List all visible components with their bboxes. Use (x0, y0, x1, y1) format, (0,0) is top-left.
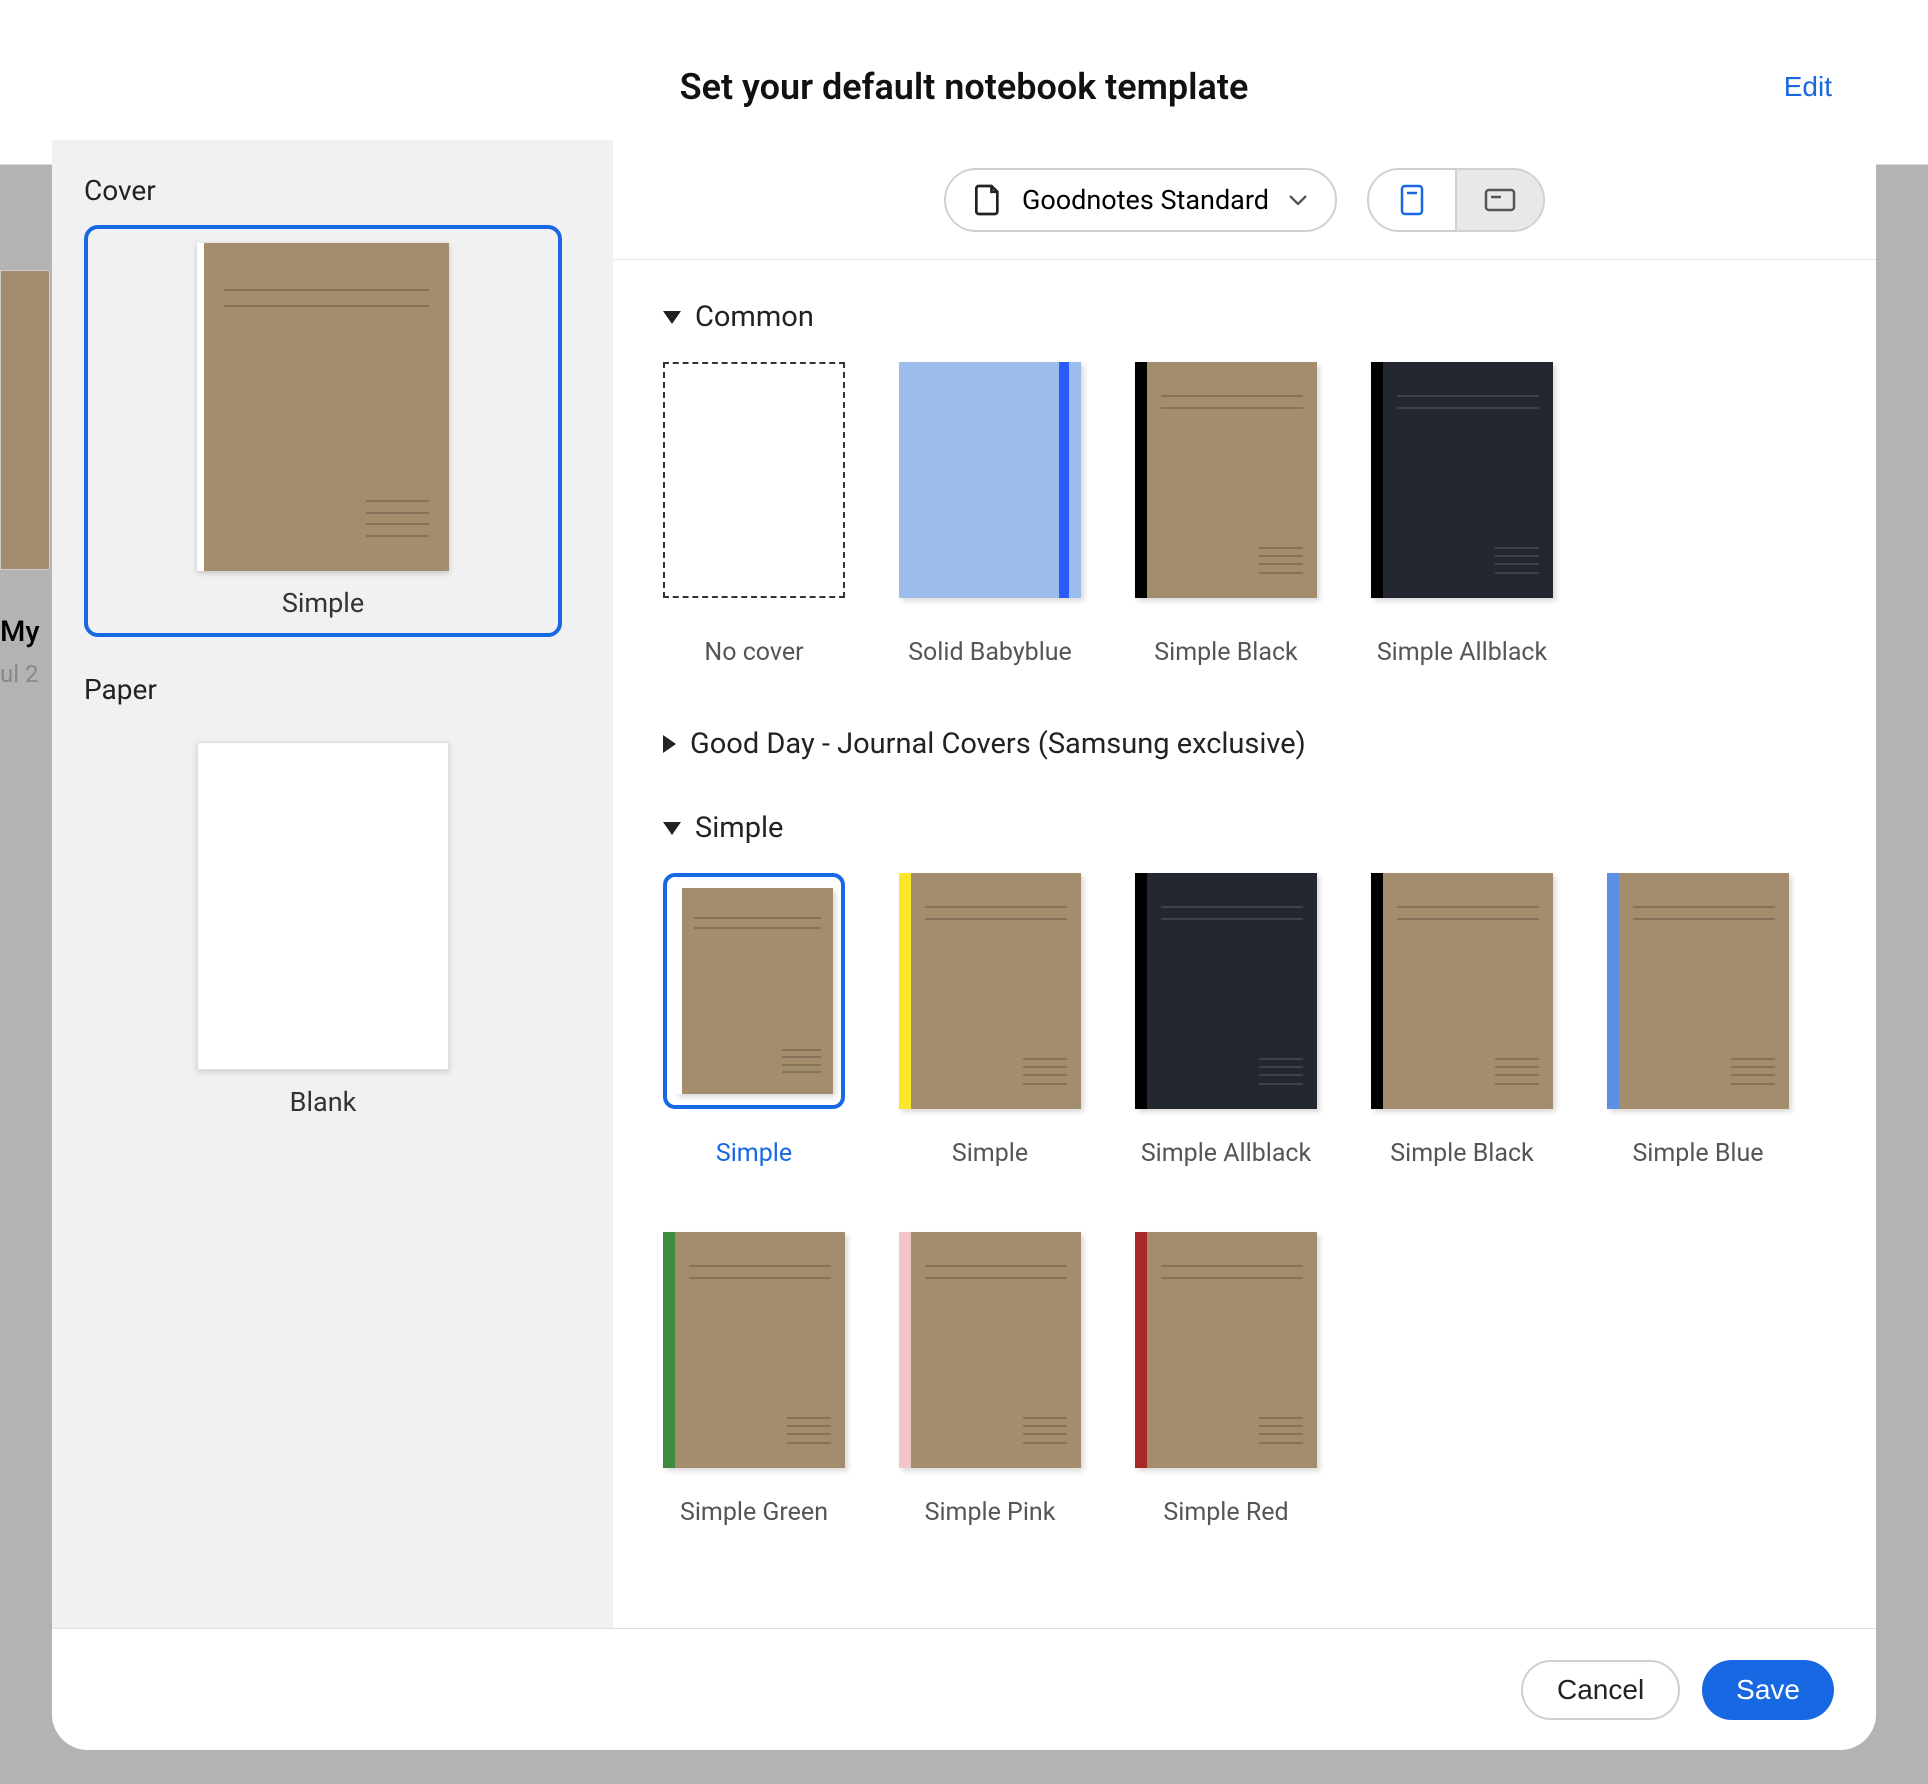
template-label: No cover (704, 638, 803, 667)
cancel-button[interactable]: Cancel (1521, 1660, 1680, 1720)
sidebar-paper-label: Blank (290, 1086, 357, 1118)
edit-button[interactable]: Edit (1784, 71, 1832, 103)
bg-notebook-thumb (0, 270, 50, 570)
template-simple-black[interactable]: Simple Black (1135, 362, 1317, 667)
simple-green-thumb (663, 1232, 845, 1468)
disclosure-down-icon (663, 311, 681, 324)
simple-blue-thumb (1607, 873, 1789, 1109)
sidebar-cover-inner (204, 243, 449, 571)
sidebar-cover-preview (197, 243, 449, 571)
sidebar: Cover Simple Paper Blank (52, 140, 613, 1628)
modal-title: Set your default notebook template (680, 66, 1249, 108)
orientation-portrait[interactable] (1369, 170, 1455, 230)
sidebar-cover-title: Cover (84, 174, 581, 207)
template-label: Simple (952, 1139, 1028, 1168)
template-simple-yellow[interactable]: Simple (899, 873, 1081, 1168)
template-label: Simple Blue (1632, 1139, 1763, 1168)
template-simple-blue[interactable]: Simple Blue (1607, 873, 1789, 1168)
simple-red-thumb (1135, 1232, 1317, 1468)
modal-header: Set your default notebook template Edit (52, 34, 1876, 140)
simple-allblack2-thumb (1135, 873, 1317, 1109)
template-label: Simple Pink (925, 1498, 1056, 1527)
chevron-down-icon (1289, 195, 1307, 205)
sidebar-paper-preview (197, 742, 449, 1070)
simple-thumb (675, 888, 833, 1094)
template-label: Simple Green (680, 1498, 828, 1527)
template-no-cover[interactable]: No cover (663, 362, 845, 667)
category-goodday-title: Good Day - Journal Covers (Samsung exclu… (690, 727, 1306, 761)
template-label: Simple Black (1390, 1139, 1533, 1168)
orientation-toggle (1367, 168, 1545, 232)
template-solid-babyblue[interactable]: Solid Babyblue (899, 362, 1081, 667)
template-label: Simple Allblack (1377, 638, 1547, 667)
sidebar-cover-item[interactable]: Simple (84, 225, 562, 637)
size-dropdown-label: Goodnotes Standard (1022, 184, 1269, 216)
template-simple-red[interactable]: Simple Red (1135, 1232, 1317, 1527)
no-cover-thumb (663, 362, 845, 598)
category-simple-header[interactable]: Simple (663, 811, 1826, 845)
template-label: Simple Allblack (1141, 1139, 1311, 1168)
template-label: Simple (716, 1139, 792, 1168)
simple-yellow-thumb (899, 873, 1081, 1109)
template-simple-allblack[interactable]: Simple Allblack (1371, 362, 1553, 667)
template-scroll-area[interactable]: Common No cover Solid Babyblue (613, 260, 1876, 1628)
document-icon (974, 183, 1002, 217)
template-simple-white-selected[interactable]: Simple (663, 873, 845, 1168)
portrait-icon (1400, 184, 1424, 216)
category-common-grid: No cover Solid Babyblue (663, 362, 1826, 667)
simple-pink-thumb (899, 1232, 1081, 1468)
landscape-icon (1484, 188, 1516, 212)
modal-footer: Cancel Save (52, 1628, 1876, 1750)
template-modal: Set your default notebook template Edit … (52, 34, 1876, 1750)
save-button[interactable]: Save (1702, 1660, 1834, 1720)
template-simple-pink[interactable]: Simple Pink (899, 1232, 1081, 1527)
disclosure-right-icon (663, 735, 676, 753)
template-simple-allblack2[interactable]: Simple Allblack (1135, 873, 1317, 1168)
simple-allblack-thumb (1371, 362, 1553, 598)
category-common-header[interactable]: Common (663, 300, 1826, 334)
template-simple-green[interactable]: Simple Green (663, 1232, 845, 1527)
orientation-landscape[interactable] (1457, 170, 1543, 230)
sidebar-paper-title: Paper (84, 673, 581, 706)
modal-body: Cover Simple Paper Blank Goodnote (52, 140, 1876, 1628)
sidebar-paper-item[interactable]: Blank (84, 724, 562, 1136)
babyblue-thumb (899, 362, 1081, 598)
template-simple-black2[interactable]: Simple Black (1371, 873, 1553, 1168)
main-panel: Goodnotes Standard Common (613, 140, 1876, 1628)
bg-title-partial: My (0, 615, 40, 649)
template-label: Solid Babyblue (908, 638, 1072, 667)
sidebar-cover-label: Simple (282, 587, 364, 619)
template-label: Simple Black (1154, 638, 1297, 667)
size-dropdown[interactable]: Goodnotes Standard (944, 168, 1337, 232)
category-simple-title: Simple (695, 811, 783, 845)
category-goodday-header[interactable]: Good Day - Journal Covers (Samsung exclu… (663, 727, 1826, 761)
disclosure-down-icon (663, 822, 681, 835)
bg-date-partial: ul 2 (0, 660, 39, 688)
category-common-title: Common (695, 300, 814, 334)
simple-black-thumb (1135, 362, 1317, 598)
category-simple-grid: Simple Simple (663, 873, 1826, 1527)
template-label: Simple Red (1163, 1498, 1288, 1527)
simple-black2-thumb (1371, 873, 1553, 1109)
controls-row: Goodnotes Standard (613, 140, 1876, 260)
